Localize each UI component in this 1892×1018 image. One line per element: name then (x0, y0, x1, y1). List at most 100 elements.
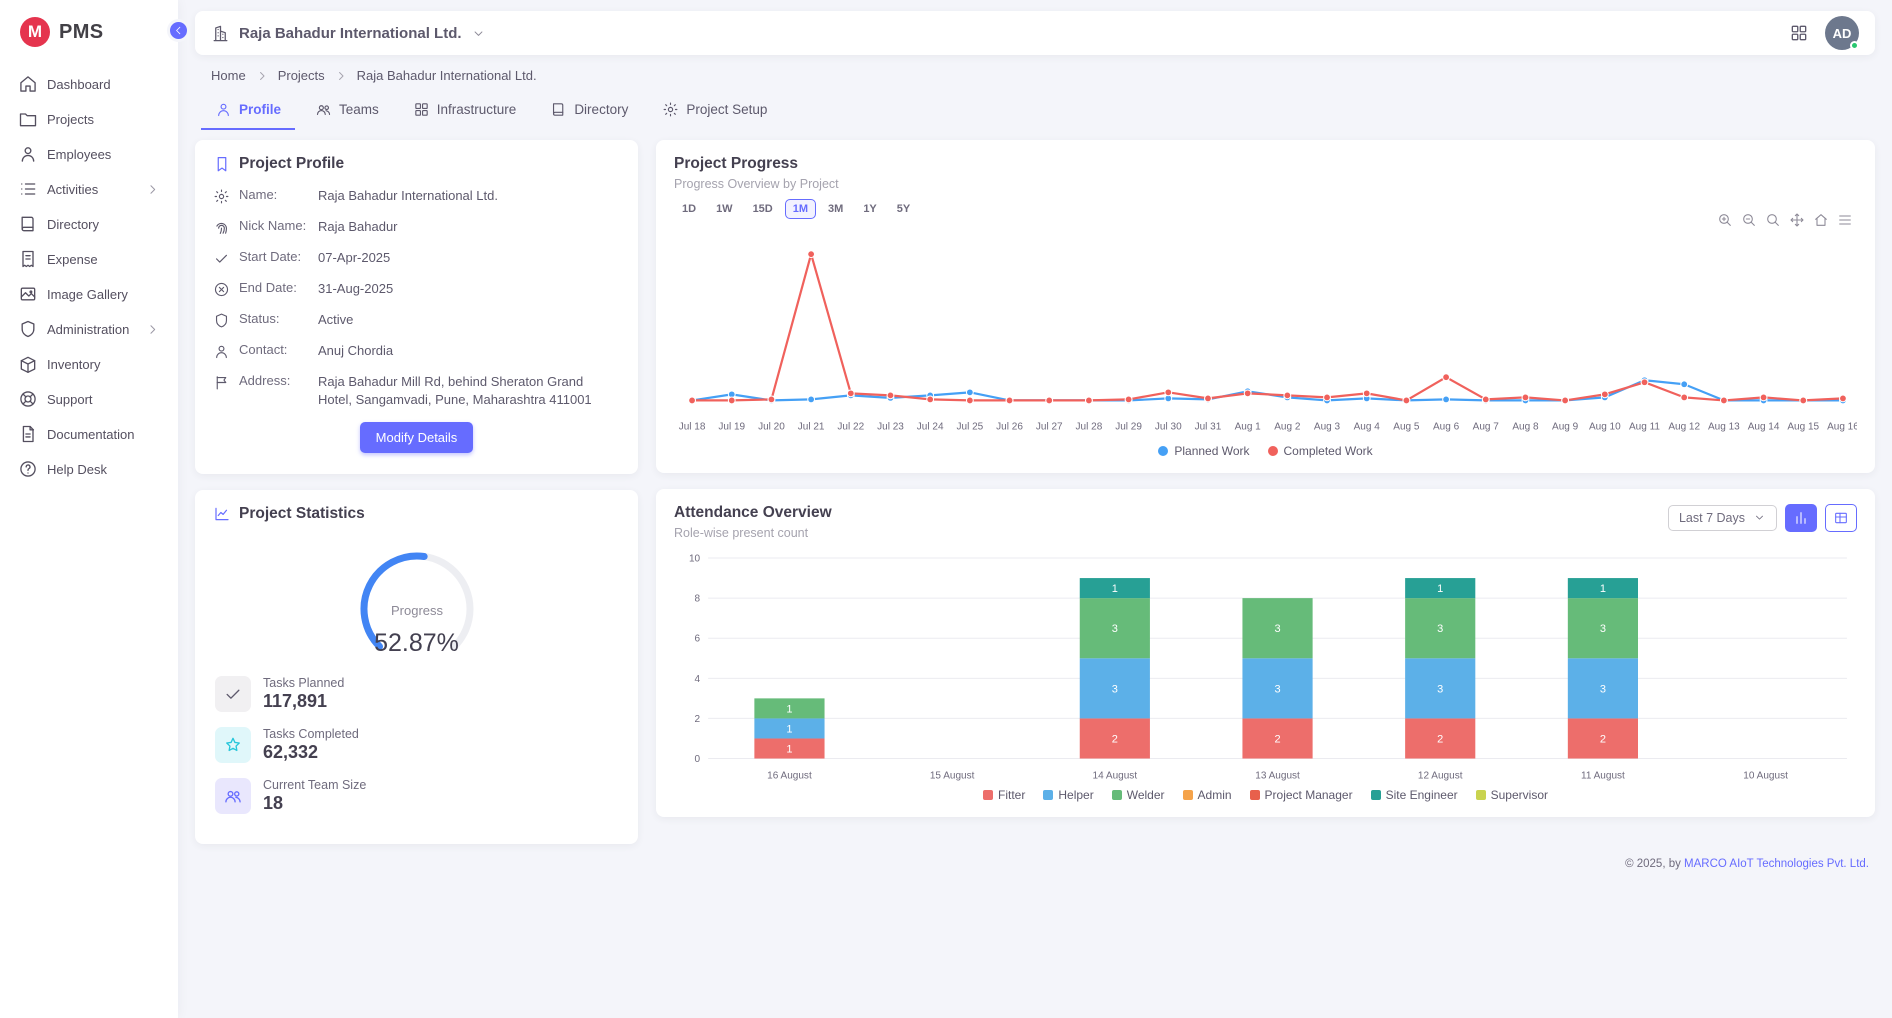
attendance-chart[interactable]: 024681016 August11115 August14 August233… (674, 548, 1857, 787)
zoom-out-icon (1741, 212, 1757, 228)
svg-text:Jul 26: Jul 26 (996, 422, 1023, 433)
sidebar-item-documentation[interactable]: Documentation (9, 418, 169, 450)
legend-project-manager[interactable]: Project Manager (1250, 788, 1353, 802)
tab-teams[interactable]: Teams (301, 91, 393, 130)
svg-text:10: 10 (689, 553, 701, 564)
tab-profile[interactable]: Profile (201, 91, 295, 130)
user-avatar[interactable]: AD (1825, 16, 1859, 50)
sidebar-item-directory[interactable]: Directory (9, 208, 169, 240)
toolbar-zoom-in-icon[interactable] (1717, 212, 1733, 231)
attendance-range-value: Last 7 Days (1679, 511, 1745, 525)
sidebar-item-expense[interactable]: Expense (9, 243, 169, 275)
help-desk-icon (18, 459, 38, 479)
svg-text:3: 3 (1112, 623, 1118, 635)
svg-text:Aug 2: Aug 2 (1274, 422, 1301, 433)
field-value: Raja Bahadur International Ltd. (318, 187, 498, 205)
chevron-right-icon (145, 182, 160, 197)
legend-planned-work[interactable]: Planned Work (1158, 444, 1249, 458)
svg-text:1: 1 (786, 703, 792, 715)
sidebar-item-administration[interactable]: Administration (9, 313, 169, 345)
toolbar-selection-zoom-icon[interactable] (1765, 212, 1781, 231)
toolbar-pan-icon[interactable] (1789, 212, 1805, 231)
svg-text:3: 3 (1437, 683, 1443, 695)
toolbar-zoom-out-icon[interactable] (1741, 212, 1757, 231)
table-view-button[interactable] (1825, 504, 1857, 532)
toolbar-home-icon[interactable] (1813, 212, 1829, 231)
sidebar-item-projects[interactable]: Projects (9, 103, 169, 135)
dashboard-icon (18, 74, 38, 94)
svg-text:Aug 3: Aug 3 (1314, 422, 1341, 433)
svg-text:Jul 28: Jul 28 (1076, 422, 1103, 433)
project-statistics-card: Project Statistics Progress 52.87% Tasks… (195, 490, 638, 844)
field-label: Address: (239, 373, 309, 388)
chevron-right-icon (334, 69, 348, 83)
svg-text:3: 3 (1437, 623, 1443, 635)
svg-text:Jul 22: Jul 22 (837, 422, 864, 433)
project-profile-fields: Name:Raja Bahadur International Ltd.Nick… (213, 187, 620, 408)
svg-text:13 August: 13 August (1255, 770, 1300, 781)
brand[interactable]: M PMS (0, 0, 178, 60)
person-icon (213, 343, 230, 360)
legend-helper[interactable]: Helper (1043, 788, 1093, 802)
sidebar-item-dashboard[interactable]: Dashboard (9, 68, 169, 100)
tab-directory[interactable]: Directory (536, 91, 642, 130)
range-5y-button[interactable]: 5Y (889, 199, 918, 219)
toolbar-menu-icon[interactable] (1837, 212, 1853, 231)
activities-icon (18, 179, 38, 199)
sidebar-item-activities[interactable]: Activities (9, 173, 169, 205)
profile-field-status: Status:Active (213, 311, 620, 329)
legend-completed-work[interactable]: Completed Work (1268, 444, 1373, 458)
company-link[interactable]: MARCO AIoT Technologies Pvt. Ltd. (1684, 858, 1869, 870)
flag-icon (213, 374, 230, 391)
range-1w-button[interactable]: 1W (708, 199, 741, 219)
legend-swatch-icon (1112, 790, 1122, 800)
sidebar-item-label: Dashboard (47, 77, 111, 92)
range-1m-button[interactable]: 1M (785, 199, 816, 219)
field-label: Name: (239, 187, 309, 202)
svg-text:Jul 29: Jul 29 (1115, 422, 1142, 433)
company-selector[interactable]: Raja Bahadur International Ltd. (211, 24, 486, 43)
sidebar-item-help-desk[interactable]: Help Desk (9, 453, 169, 485)
range-1d-button[interactable]: 1D (674, 199, 704, 219)
stat-item-current-team-size: Current Team Size18 (215, 778, 618, 814)
tab-infrastructure[interactable]: Infrastructure (399, 91, 531, 130)
legend-admin[interactable]: Admin (1183, 788, 1232, 802)
sidebar-item-inventory[interactable]: Inventory (9, 348, 169, 380)
legend-site-engineer[interactable]: Site Engineer (1371, 788, 1458, 802)
range-15d-button[interactable]: 15D (745, 199, 781, 219)
footer: © 2025, by MARCO AIoT Technologies Pvt. … (195, 854, 1875, 880)
apps-grid-icon[interactable] (1789, 23, 1809, 43)
legend-supervisor[interactable]: Supervisor (1476, 788, 1548, 802)
svg-text:0: 0 (695, 754, 701, 765)
modify-details-button[interactable]: Modify Details (360, 422, 474, 453)
support-icon (18, 389, 38, 409)
svg-text:14 August: 14 August (1093, 770, 1138, 781)
breadcrumb-item-projects[interactable]: Projects (278, 68, 325, 83)
directory-icon (18, 214, 38, 234)
sidebar-item-support[interactable]: Support (9, 383, 169, 415)
svg-text:11 August: 11 August (1581, 770, 1625, 781)
directory-tab-icon (550, 101, 567, 118)
chart-view-button[interactable] (1785, 504, 1817, 532)
range-1y-button[interactable]: 1Y (855, 199, 884, 219)
project-progress-chart[interactable]: Jul 18Jul 19Jul 20Jul 21Jul 22Jul 23Jul … (674, 223, 1857, 442)
range-3m-button[interactable]: 3M (820, 199, 851, 219)
tab-project-setup[interactable]: Project Setup (648, 91, 781, 130)
brand-logo-icon: M (20, 17, 50, 47)
building-icon (211, 24, 230, 43)
svg-text:2: 2 (1437, 733, 1443, 745)
sidebar-item-employees[interactable]: Employees (9, 138, 169, 170)
tab-label: Directory (574, 102, 628, 117)
attendance-range-select[interactable]: Last 7 Days (1668, 505, 1777, 531)
sidebar-item-label: Expense (47, 252, 98, 267)
fingerprint-icon (213, 219, 230, 236)
bar-chart-legend: Fitter Helper Welder Admin Project Manager Si… (674, 788, 1857, 802)
legend-welder[interactable]: Welder (1112, 788, 1165, 802)
svg-text:Jul 20: Jul 20 (758, 422, 785, 433)
legend-fitter[interactable]: Fitter (983, 788, 1025, 802)
legend-dot-icon (1158, 446, 1168, 456)
sidebar-collapse-button[interactable] (167, 19, 190, 42)
sidebar-item-image-gallery[interactable]: Image Gallery (9, 278, 169, 310)
sidebar-item-label: Projects (47, 112, 94, 127)
breadcrumb-item-home[interactable]: Home (211, 68, 246, 83)
